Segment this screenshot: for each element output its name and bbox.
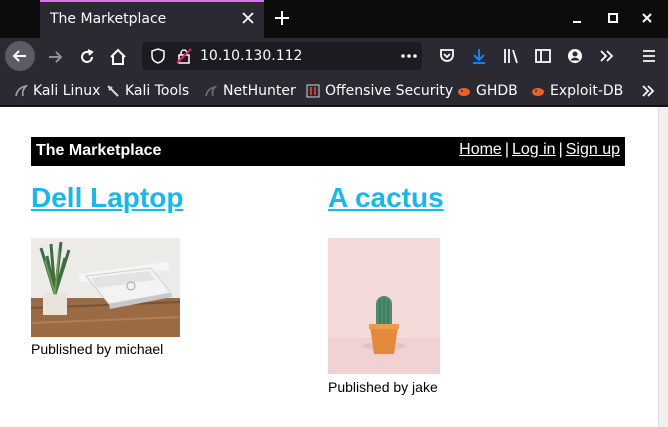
maximize-icon[interactable] xyxy=(605,10,621,26)
library-icon[interactable] xyxy=(502,47,520,65)
bookmark-ghdb[interactable]: GHDB xyxy=(457,82,518,100)
offsec-icon xyxy=(306,84,320,98)
site-title: The Marketplace xyxy=(36,142,162,159)
page-viewport: The Marketplace Home | Log in | Sign up Dell… xyxy=(0,107,658,427)
bookmark-offensive-security[interactable]: Offensive Security xyxy=(306,82,453,100)
account-icon[interactable] xyxy=(566,47,584,65)
home-icon xyxy=(110,48,126,65)
cactus-photo[interactable] xyxy=(328,238,440,374)
bookmark-label: Kali Linux xyxy=(33,83,101,99)
nethunter-icon xyxy=(205,85,218,97)
browser-navbar: 10.10.130.112 xyxy=(0,38,668,74)
url-bar[interactable]: 10.10.130.112 xyxy=(142,42,422,70)
nav-login-link[interactable]: Log in xyxy=(512,141,556,158)
vertical-scrollbar[interactable] xyxy=(658,107,668,427)
arrow-right-icon xyxy=(49,51,63,63)
site-nav: Home | Log in | Sign up xyxy=(459,141,620,159)
reload-button[interactable] xyxy=(72,42,102,72)
browser-tab-active[interactable]: The Marketplace xyxy=(40,0,264,38)
browser-titlebar: The Marketplace xyxy=(0,0,668,38)
kali-dragon-icon xyxy=(15,84,28,97)
bookmark-label: Kali Tools xyxy=(125,83,190,99)
site-header: The Marketplace Home | Log in | Sign up xyxy=(31,137,625,166)
bookmark-label: GHDB xyxy=(476,83,518,99)
listing-publisher: Published by jake xyxy=(328,379,438,395)
shield-icon[interactable] xyxy=(150,48,166,64)
kali-tools-icon xyxy=(107,85,119,97)
listing-title-link[interactable]: A cactus xyxy=(328,182,444,214)
bookmark-kali-linux[interactable]: Kali Linux xyxy=(14,82,100,100)
back-button[interactable] xyxy=(5,41,35,71)
nav-signup-link[interactable]: Sign up xyxy=(566,141,620,158)
more-actions-icon[interactable] xyxy=(400,51,418,61)
insecure-lock-icon[interactable] xyxy=(176,48,192,64)
bookmarks-overflow-icon[interactable] xyxy=(640,83,656,99)
tab-title: The Marketplace xyxy=(50,11,167,27)
listing-card: A cactus xyxy=(328,182,444,214)
nav-home-link[interactable]: Home xyxy=(459,141,502,158)
forward-button[interactable] xyxy=(40,42,70,72)
bookmarks-bar: Kali Linux Kali Tools NetHunter Offensiv… xyxy=(0,74,668,106)
minimize-icon[interactable] xyxy=(569,10,585,26)
laptop-photo[interactable] xyxy=(30,238,181,337)
download-icon[interactable] xyxy=(470,47,488,65)
overflow-chevrons-icon[interactable] xyxy=(598,47,616,65)
listing-card: Dell Laptop xyxy=(31,182,183,214)
hamburger-menu-icon[interactable] xyxy=(640,47,658,65)
listing-title-link[interactable]: Dell Laptop xyxy=(31,182,183,214)
sidebar-icon[interactable] xyxy=(534,47,552,65)
arrow-left-icon xyxy=(12,50,26,62)
url-text[interactable]: 10.10.130.112 xyxy=(200,48,302,64)
listing-image-wrap xyxy=(30,238,181,341)
listing-image-wrap xyxy=(328,238,440,378)
bookmark-nethunter[interactable]: NetHunter xyxy=(204,82,296,100)
ghdb-icon xyxy=(458,88,470,96)
bookmark-kali-tools[interactable]: Kali Tools xyxy=(106,82,189,100)
reload-icon xyxy=(81,49,94,63)
exploitdb-icon xyxy=(532,88,544,96)
close-window-icon[interactable] xyxy=(639,10,655,26)
bookmark-label: Offensive Security xyxy=(325,83,454,99)
listing-publisher: Published by michael xyxy=(31,341,164,357)
nav-separator: | xyxy=(504,141,509,158)
home-button[interactable] xyxy=(103,42,133,72)
bookmark-label: NetHunter xyxy=(223,83,296,99)
nav-separator: | xyxy=(558,141,563,158)
bookmark-exploit-db[interactable]: Exploit-DB xyxy=(531,82,623,100)
pocket-save-icon[interactable] xyxy=(438,47,456,65)
bookmark-label: Exploit-DB xyxy=(550,83,624,99)
close-tab-icon[interactable] xyxy=(240,10,256,26)
new-tab-icon[interactable] xyxy=(272,8,292,28)
